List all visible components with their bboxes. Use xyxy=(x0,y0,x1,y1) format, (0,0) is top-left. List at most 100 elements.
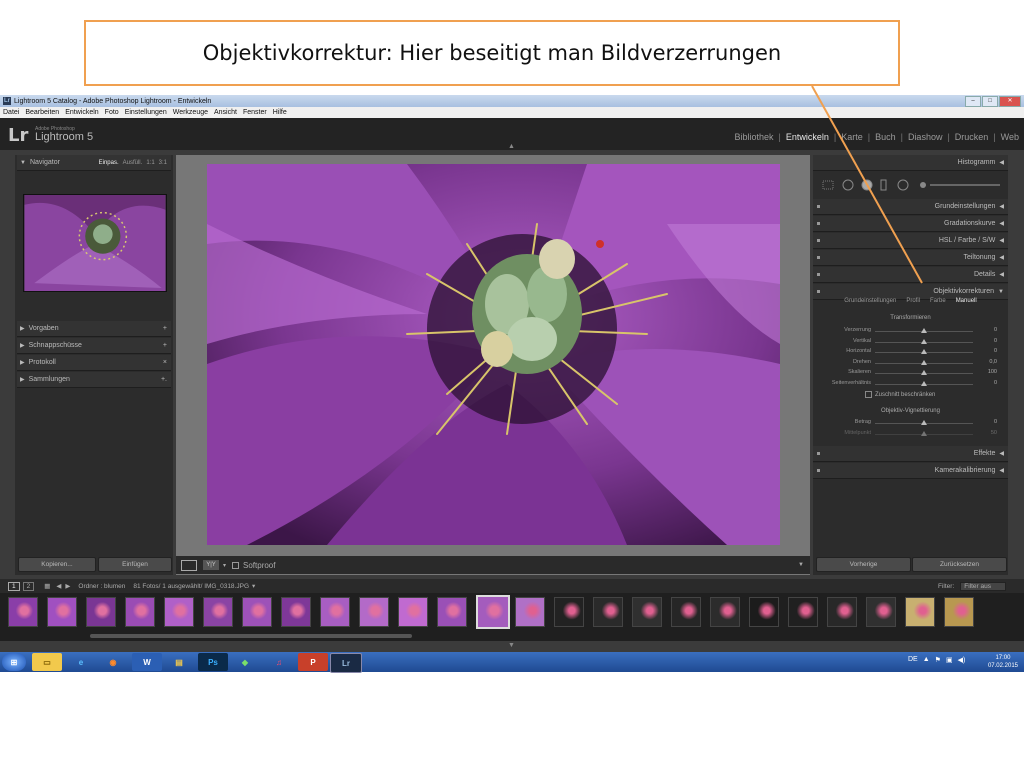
explorer-icon[interactable]: ▭ xyxy=(32,653,62,671)
module-web[interactable]: Web xyxy=(996,132,1024,142)
zoom-fill[interactable]: Ausfüll. xyxy=(123,160,143,166)
firefox-icon[interactable]: ◉ xyxy=(98,653,128,671)
slider-value[interactable]: 0 xyxy=(977,338,997,344)
powerpoint-icon[interactable]: P xyxy=(298,653,328,671)
filmstrip-thumbnail[interactable] xyxy=(788,597,818,627)
panel-details[interactable]: Details ◀ xyxy=(813,267,1008,283)
previous-button[interactable]: Vorherige xyxy=(816,557,911,572)
filmstrip-thumbnail[interactable] xyxy=(827,597,857,627)
slider-value[interactable]: 0 xyxy=(977,380,997,386)
module-bibliothek[interactable]: Bibliothek xyxy=(729,132,778,142)
lightroom-taskbar-icon[interactable]: Lr xyxy=(330,653,362,673)
grid-view-icon[interactable]: ▦ xyxy=(44,582,50,590)
flag-icon[interactable]: ⚑ xyxy=(935,656,941,664)
add-preset-icon[interactable]: + xyxy=(163,325,167,332)
filmstrip-thumbnail[interactable] xyxy=(320,597,350,627)
copy-button[interactable]: Kopieren... xyxy=(18,557,96,572)
section-protokoll[interactable]: ▶ Protokoll × xyxy=(17,355,171,371)
zoom-fit[interactable]: Einpas. xyxy=(99,160,119,166)
panel-teiltonung[interactable]: Teiltonung ◀ xyxy=(813,250,1008,266)
panel-kamerakalibrierung[interactable]: Kamerakalibrierung ◀ xyxy=(813,463,1008,479)
menu-einstellungen[interactable]: Einstellungen xyxy=(125,109,167,116)
top-panel-toggle-icon[interactable]: ▲ xyxy=(508,143,515,150)
module-buch[interactable]: Buch xyxy=(870,132,901,142)
menu-datei[interactable]: Datei xyxy=(3,109,19,116)
slider-value[interactable]: 0 xyxy=(977,419,997,425)
minimize-button[interactable]: – xyxy=(965,96,981,107)
slider-value[interactable]: 0 xyxy=(977,327,997,333)
tab-farbe[interactable]: Farbe xyxy=(930,298,946,308)
filmstrip-thumbnail[interactable] xyxy=(86,597,116,627)
slider-knob[interactable] xyxy=(921,370,927,375)
app-green-icon[interactable]: ◆ xyxy=(230,653,260,671)
navigator-preview[interactable] xyxy=(23,194,167,292)
filmstrip-thumbnail[interactable] xyxy=(671,597,701,627)
language-indicator[interactable]: DE xyxy=(908,656,918,664)
slider-knob[interactable] xyxy=(921,349,927,354)
filter-dropdown[interactable]: Filter aus xyxy=(960,581,1006,591)
slider-value[interactable]: 0,0 xyxy=(977,359,997,365)
network-icon[interactable]: ▣ xyxy=(946,656,953,664)
folder-icon[interactable]: ▤ xyxy=(164,653,194,671)
softproof-checkbox[interactable] xyxy=(232,561,240,569)
filmstrip-thumbnail[interactable] xyxy=(476,595,510,629)
filmstrip-thumbnail[interactable] xyxy=(593,597,623,627)
slider-value[interactable]: 0 xyxy=(977,348,997,354)
filmstrip-thumbnail[interactable] xyxy=(125,597,155,627)
menu-hilfe[interactable]: Hilfe xyxy=(273,109,287,116)
before-after-icon[interactable]: Y|Y xyxy=(203,560,219,570)
loupe-view-icon[interactable] xyxy=(181,559,197,571)
tab-grundeinstellungen[interactable]: Grundeinstellungen xyxy=(844,298,896,308)
volume-icon[interactable]: ◀) xyxy=(958,656,966,664)
slider-knob[interactable] xyxy=(921,328,927,333)
filmstrip-thumbnail[interactable] xyxy=(749,597,779,627)
filmstrip-thumbnail[interactable] xyxy=(8,597,38,627)
filmstrip-thumbnail[interactable] xyxy=(944,597,974,627)
slider-value[interactable]: 100 xyxy=(977,369,997,375)
panel-grundeinstellungen[interactable]: Grundeinstellungen ◀ xyxy=(813,199,1008,215)
page-1-button[interactable]: 1 xyxy=(8,581,20,591)
section-sammlungen[interactable]: ▶ Sammlungen +. xyxy=(17,372,171,388)
tray-arrow-icon[interactable]: ▲ xyxy=(923,656,930,664)
bottom-panel-toggle-icon[interactable]: ▼ xyxy=(508,642,515,649)
slider-knob[interactable] xyxy=(921,359,927,365)
filmstrip-thumbnail[interactable] xyxy=(398,597,428,627)
back-arrow-icon[interactable]: ◀ xyxy=(56,582,61,590)
menu-entwickeln[interactable]: Entwickeln xyxy=(65,109,98,116)
filmstrip-thumbnail[interactable] xyxy=(710,597,740,627)
info-dropdown-icon[interactable]: ▾ xyxy=(252,582,255,590)
menu-fenster[interactable]: Fenster xyxy=(243,109,267,116)
filmstrip-thumbnail[interactable] xyxy=(47,597,77,627)
filmstrip-scrollbar[interactable] xyxy=(90,634,412,638)
add-collection-icon[interactable]: +. xyxy=(161,376,167,383)
photoshop-icon[interactable]: Ps xyxy=(198,653,228,671)
menu-bearbeiten[interactable]: Bearbeiten xyxy=(25,109,59,116)
filmstrip-thumbnail[interactable] xyxy=(905,597,935,627)
constrain-crop-checkbox[interactable] xyxy=(865,391,872,398)
close-button[interactable]: ✕ xyxy=(999,96,1021,107)
menu-foto[interactable]: Foto xyxy=(105,109,119,116)
slider-knob[interactable] xyxy=(921,338,927,344)
panel-effekte[interactable]: Effekte ◀ xyxy=(813,446,1008,462)
zoom-3-1[interactable]: 3:1 xyxy=(159,160,167,166)
paste-button[interactable]: Einfügen xyxy=(98,557,172,572)
slider-value[interactable]: 50 xyxy=(977,430,997,436)
main-photo[interactable] xyxy=(207,164,780,545)
section-schnappschuesse[interactable]: ▶ Schnappschüsse + xyxy=(17,338,171,354)
module-diashow[interactable]: Diashow xyxy=(903,132,948,142)
maximize-button[interactable]: □ xyxy=(982,96,998,107)
filmstrip-thumbnail[interactable] xyxy=(164,597,194,627)
constrain-crop-row[interactable]: Zuschnitt beschränken xyxy=(865,391,935,398)
internet-explorer-icon[interactable]: e xyxy=(66,653,96,671)
filmstrip-thumbnail[interactable] xyxy=(632,597,662,627)
histogram-header[interactable]: Histogramm ◀ xyxy=(813,155,1008,171)
filmstrip-thumbnail[interactable] xyxy=(281,597,311,627)
reset-button[interactable]: Zurücksetzen xyxy=(912,557,1007,572)
source-label[interactable]: Ordner : blumen xyxy=(78,583,125,590)
itunes-icon[interactable]: ♫ xyxy=(264,653,294,671)
module-drucken[interactable]: Drucken xyxy=(950,132,994,142)
navigator-header[interactable]: ▼ Navigator Einpas. Ausfüll. 1:1 3:1 xyxy=(17,155,171,171)
filmstrip-thumbnail[interactable] xyxy=(515,597,545,627)
start-button[interactable]: ⊞ xyxy=(2,653,26,671)
panel-gradationskurve[interactable]: Gradationskurve ◀ xyxy=(813,216,1008,232)
